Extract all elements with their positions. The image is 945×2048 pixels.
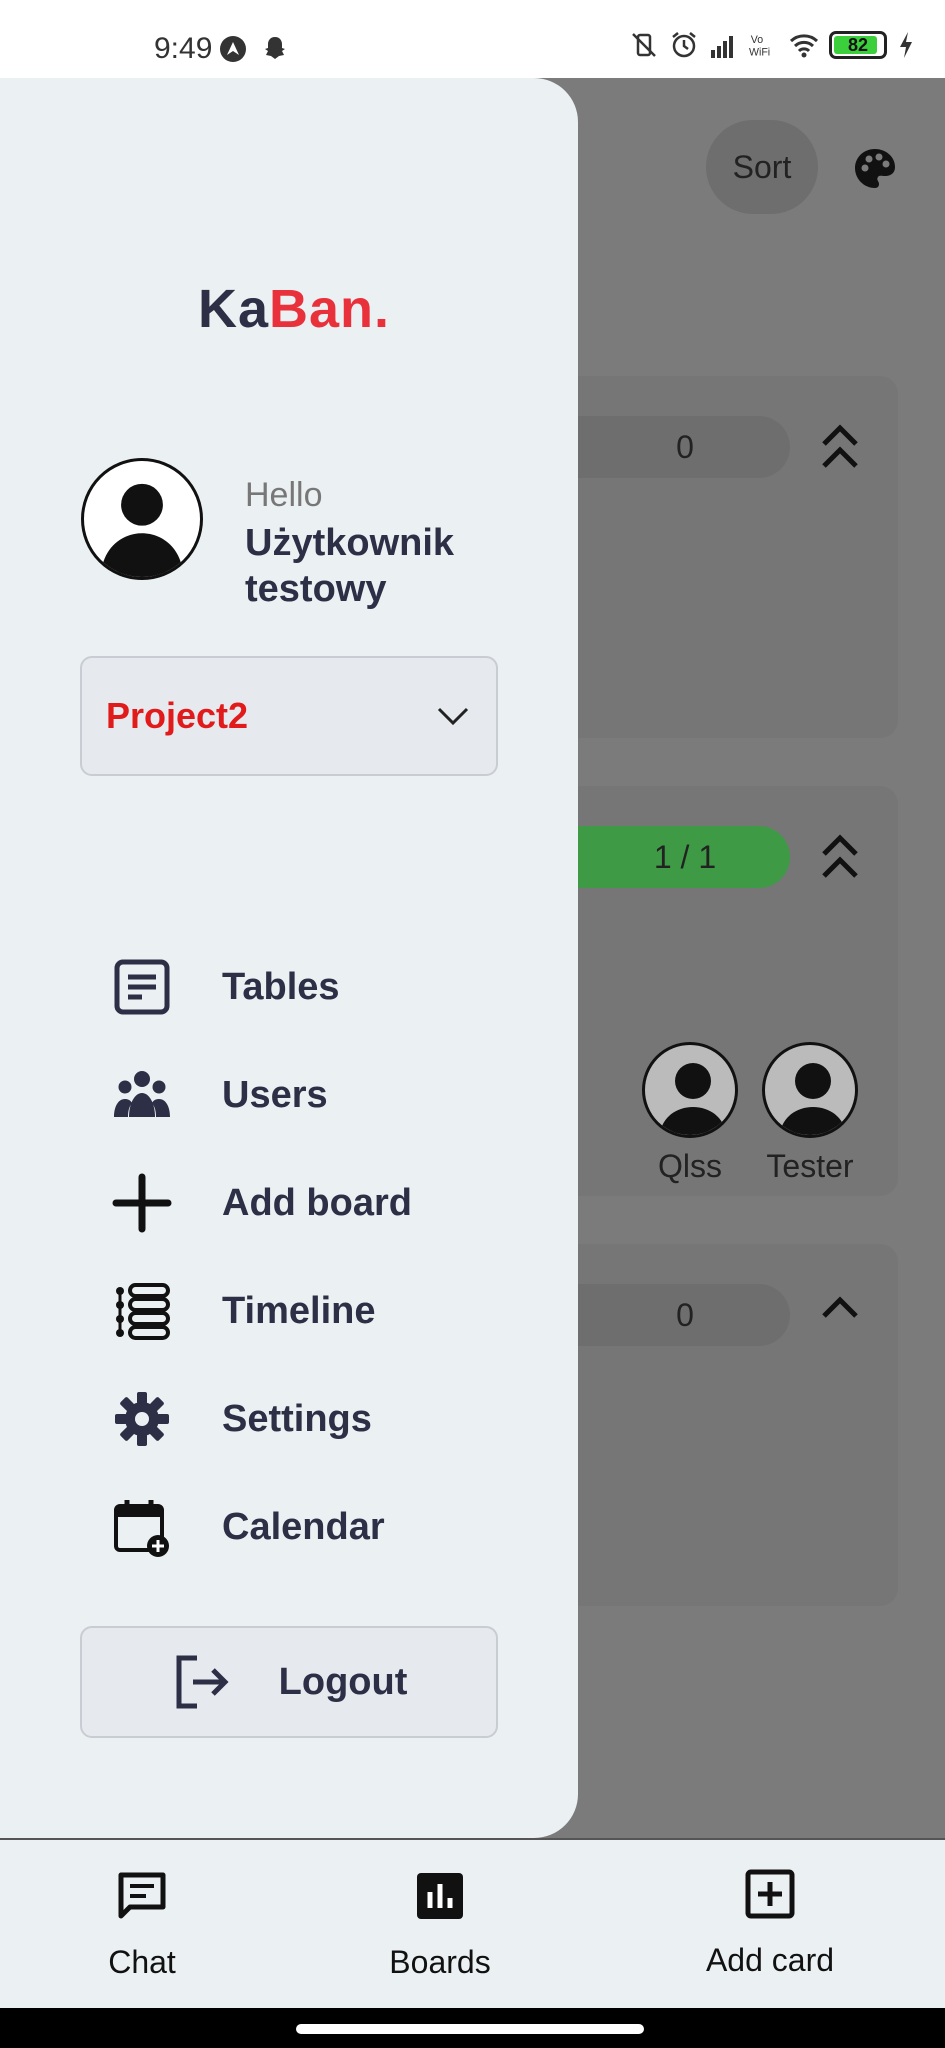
greeting: Hello (245, 476, 323, 514)
tables-icon (110, 955, 174, 1019)
status-time: 9:49 (154, 32, 213, 65)
svg-text:WiFi: WiFi (749, 47, 770, 59)
nav-label: Add card (705, 1942, 835, 1978)
users-icon (110, 1063, 174, 1127)
collapse-icon[interactable] (818, 830, 862, 886)
autonav-icon (220, 36, 246, 62)
chevron-down-icon (437, 707, 469, 726)
snapchat-icon (265, 37, 285, 59)
menu-item-settings[interactable]: Settings (110, 1365, 550, 1473)
logout-label: Logout (278, 1660, 408, 1703)
menu-item-label: Users (222, 1073, 328, 1116)
board-column: 0 (520, 376, 898, 738)
project-select[interactable]: Project2 (80, 656, 498, 776)
menu-item-calendar[interactable]: Calendar (110, 1473, 550, 1581)
nav-chat[interactable]: Chat (42, 1870, 242, 1981)
collapse-icon[interactable] (818, 420, 862, 476)
user-name: Użytkownik testowy (245, 522, 455, 610)
board-column: 1 / 1 Qlss Tester (520, 786, 898, 1196)
collapse-icon[interactable] (818, 1282, 862, 1338)
nav-label: Chat (108, 1944, 176, 1980)
vibrate-off-icon (632, 33, 656, 57)
wifi-icon (789, 34, 819, 58)
menu-item-tables[interactable]: Tables (110, 933, 550, 1041)
alarm-icon (672, 32, 696, 58)
user-avatar[interactable] (81, 458, 203, 580)
vowifi-icon: VoWiFi (749, 34, 770, 59)
logout-button[interactable]: Logout (80, 1626, 498, 1738)
project-select-value: Project2 (106, 695, 249, 736)
home-indicator[interactable] (296, 2024, 644, 2034)
nav-label: Boards (389, 1944, 491, 1980)
timeline-icon (110, 1279, 174, 1343)
avatar (642, 1042, 738, 1138)
menu-item-label: Calendar (222, 1505, 385, 1548)
plus-icon (110, 1171, 174, 1235)
gear-icon (110, 1387, 174, 1451)
navigation-drawer: KaBan. Hello Użytkownik testowy Project2… (0, 78, 578, 1838)
add-card-icon (745, 1869, 795, 1919)
signal-icon (711, 36, 733, 58)
nav-boards[interactable]: Boards (340, 1870, 540, 1981)
menu-item-users[interactable]: Users (110, 1041, 550, 1149)
menu-item-label: Tables (222, 965, 340, 1008)
drawer-menu: Tables Users Add board Timeline Settings (110, 933, 550, 1581)
menu-item-label: Add board (222, 1181, 412, 1224)
menu-item-label: Settings (222, 1397, 372, 1440)
system-navigation-bar (0, 2008, 945, 2048)
logout-icon (176, 1655, 229, 1709)
status-bar: 9:49 Vo WiFi 82 (0, 0, 945, 78)
assignee-name: Tester (766, 1148, 854, 1184)
menu-item-label: Timeline (222, 1289, 376, 1332)
charging-icon (900, 32, 912, 58)
calendar-icon (110, 1495, 174, 1559)
avatar (762, 1042, 858, 1138)
chat-icon (118, 1872, 166, 1919)
sort-button[interactable]: Sort (706, 120, 818, 214)
battery-icon: 82 (829, 31, 887, 59)
battery-level: 82 (847, 34, 869, 55)
app-logo: KaBan. (198, 279, 391, 339)
assignee-name: Qlss (658, 1148, 722, 1184)
board-column: 0 (520, 1244, 898, 1606)
menu-item-add-board[interactable]: Add board (110, 1149, 550, 1257)
boards-icon (417, 1873, 463, 1919)
palette-icon[interactable] (852, 146, 898, 192)
nav-add-card[interactable]: Add card (670, 1868, 870, 1979)
menu-item-timeline[interactable]: Timeline (110, 1257, 550, 1365)
svg-text:Vo: Vo (751, 34, 763, 46)
